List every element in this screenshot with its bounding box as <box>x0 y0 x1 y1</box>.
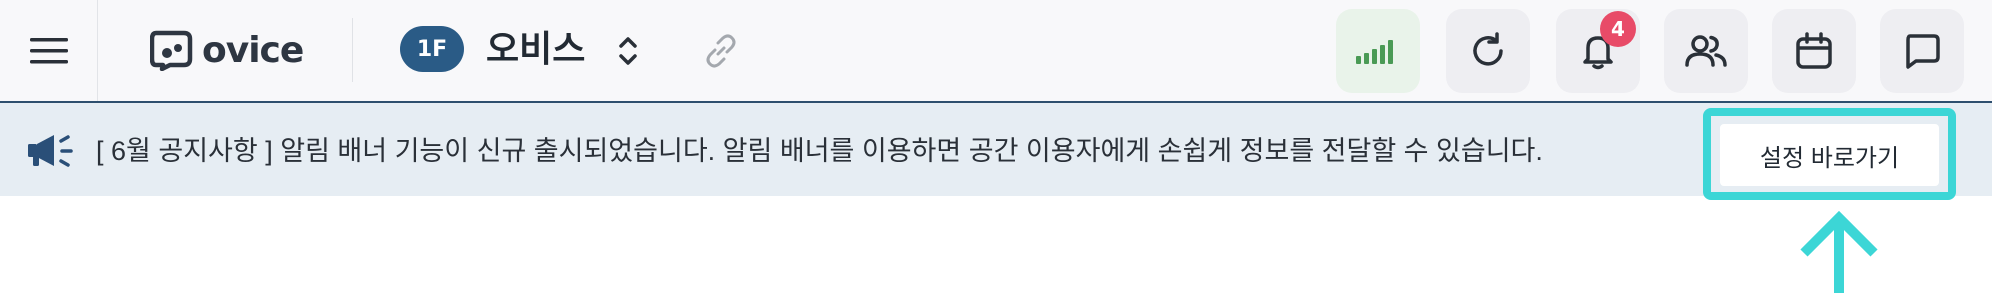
floor-badge[interactable]: 1F <box>400 26 464 72</box>
users-icon <box>1685 35 1727 67</box>
notification-count-badge: 4 <box>1600 11 1636 47</box>
announcement-banner: [ 6월 공지사항 ] 알림 배너 기능이 신규 출시되었습니다. 알림 배너를… <box>0 103 1992 196</box>
space-switch-button[interactable] <box>610 30 646 72</box>
ovice-logo-icon <box>150 30 193 71</box>
space-name[interactable]: 오비스 <box>486 24 585 76</box>
arrow-up-icon <box>1800 210 1878 293</box>
link-icon <box>706 34 736 68</box>
refresh-icon <box>1473 32 1503 66</box>
logo[interactable]: ovice <box>150 24 304 76</box>
menu-button[interactable] <box>0 0 98 101</box>
megaphone-icon <box>28 135 73 167</box>
connection-status-button[interactable] <box>1336 9 1420 93</box>
signal-strength-icon <box>1356 40 1393 64</box>
members-button[interactable] <box>1664 9 1748 93</box>
notifications-button[interactable]: 4 <box>1556 9 1640 93</box>
hamburger-menu-icon <box>29 37 68 63</box>
logo-text: ovice <box>202 29 304 71</box>
copy-link-button[interactable] <box>698 28 744 74</box>
chat-button[interactable] <box>1880 9 1964 93</box>
header-divider <box>352 18 353 82</box>
settings-shortcut-button[interactable]: 설정 바로가기 <box>1720 124 1939 186</box>
refresh-button[interactable] <box>1446 9 1530 93</box>
calendar-button[interactable] <box>1772 9 1856 93</box>
top-bar: ovice 1F 오비스 4 <box>0 0 1992 103</box>
chevron-up-down-icon <box>619 37 637 65</box>
chat-bubble-icon <box>1906 34 1940 69</box>
calendar-icon <box>1796 32 1832 69</box>
banner-message: [ 6월 공지사항 ] 알림 배너 기능이 신규 출시되었습니다. 알림 배너를… <box>96 136 1543 166</box>
